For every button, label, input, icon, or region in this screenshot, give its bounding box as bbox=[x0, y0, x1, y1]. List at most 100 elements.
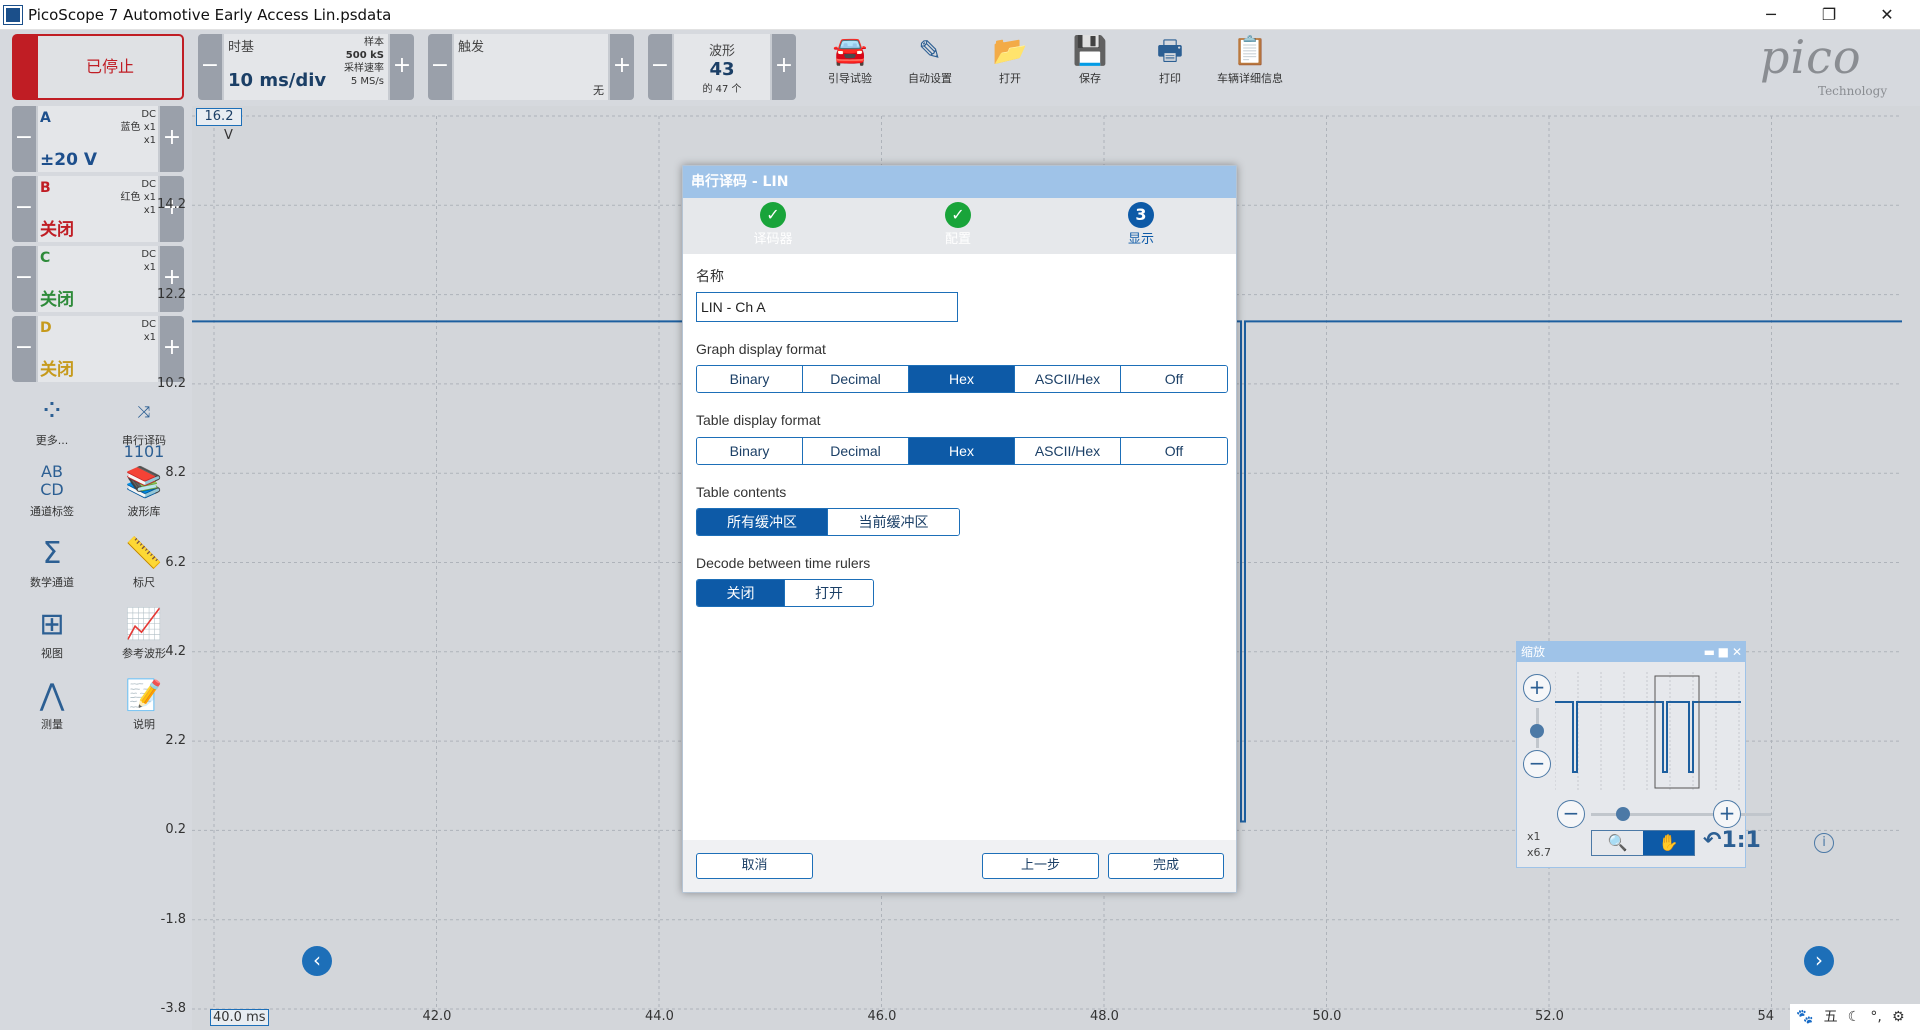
close-button[interactable]: ✕ bbox=[1864, 2, 1910, 28]
table-format-off[interactable]: Off bbox=[1121, 438, 1227, 464]
zoom-close-icon[interactable]: ✕ bbox=[1732, 642, 1742, 662]
y-scale-top-handle[interactable]: 16.2 bbox=[196, 108, 242, 126]
decode-rulers-selector: 关闭 打开 bbox=[696, 579, 874, 607]
cancel-button[interactable]: 取消 bbox=[696, 853, 813, 879]
guided-test-button[interactable]: 🚘 引导试验 bbox=[815, 34, 885, 94]
info-icon[interactable]: i bbox=[1814, 833, 1834, 853]
waveform-number[interactable]: 43 bbox=[674, 59, 770, 80]
y-tick-label: -3.8 bbox=[160, 1001, 186, 1016]
channel-a-range[interactable]: ±20 V bbox=[40, 150, 97, 170]
channel-a-increase-button[interactable]: + bbox=[160, 106, 184, 172]
channel-b-range[interactable]: 关闭 bbox=[40, 215, 74, 240]
vertical-zoom-out-button[interactable]: − bbox=[1523, 750, 1551, 778]
table-format-binary[interactable]: Binary bbox=[697, 438, 803, 464]
channel-d-coupling[interactable]: DC bbox=[141, 318, 156, 331]
samples-value[interactable]: 500 kS bbox=[344, 49, 384, 62]
step-decoder[interactable]: ✓ 译码器 bbox=[723, 202, 823, 247]
print-button[interactable]: 🖶 打印 bbox=[1135, 34, 1205, 94]
channel-d-range[interactable]: 关闭 bbox=[40, 355, 74, 380]
waveform-title: 波形 bbox=[708, 44, 735, 59]
scroll-right-button[interactable]: › bbox=[1804, 946, 1834, 976]
measurements-button[interactable]: ⋀ 测量 bbox=[12, 676, 92, 740]
step-display[interactable]: 3 显示 bbox=[1091, 202, 1191, 247]
vehicle-details-button[interactable]: 📋 车辆详细信息 bbox=[1215, 34, 1285, 94]
zoom-preview[interactable] bbox=[1555, 672, 1741, 792]
table-contents-all-buffers[interactable]: 所有缓冲区 bbox=[697, 509, 828, 535]
zoom-restore-icon[interactable]: ■ bbox=[1718, 642, 1729, 662]
maximize-button[interactable]: ❐ bbox=[1806, 2, 1852, 28]
minimize-button[interactable]: ─ bbox=[1748, 2, 1794, 28]
channel-b-decrease-button[interactable]: − bbox=[12, 176, 36, 242]
reference-waveforms-button[interactable]: 📈 参考波形 bbox=[104, 605, 184, 669]
ime-wubi-icon[interactable]: 五 bbox=[1824, 1009, 1838, 1025]
run-stop-button[interactable]: 已停止 bbox=[12, 34, 184, 100]
trigger-mode[interactable]: 无 bbox=[593, 82, 604, 98]
name-input[interactable]: LIN - Ch A bbox=[696, 292, 958, 322]
channel-c-range[interactable]: 关闭 bbox=[40, 285, 74, 310]
table-format-hex[interactable]: Hex bbox=[909, 438, 1015, 464]
views-button[interactable]: ⊞ 视图 bbox=[12, 605, 92, 669]
vertical-zoom-in-button[interactable]: + bbox=[1523, 674, 1551, 702]
zoom-minimize-icon[interactable]: ▬ bbox=[1704, 642, 1715, 662]
horizontal-zoom-out-button[interactable]: − bbox=[1557, 800, 1585, 828]
graph-format-decimal[interactable]: Decimal bbox=[803, 366, 909, 392]
auto-setup-button[interactable]: ✎ 自动设置 bbox=[895, 34, 965, 94]
y-tick-label: 2.2 bbox=[165, 733, 186, 749]
pan-hand-icon[interactable]: ✋ bbox=[1643, 831, 1694, 855]
horizontal-zoom-thumb[interactable] bbox=[1616, 807, 1630, 821]
table-format-ascii-hex[interactable]: ASCII/Hex bbox=[1015, 438, 1121, 464]
title-bar: PicoScope 7 Automotive Early Access Lin.… bbox=[0, 0, 1920, 30]
channel-d-increase-button[interactable]: + bbox=[160, 316, 184, 382]
open-button[interactable]: 📂 打开 bbox=[975, 34, 1045, 94]
zoom-magnify-icon[interactable]: 🔍 bbox=[1592, 831, 1643, 855]
decode-rulers-on[interactable]: 打开 bbox=[785, 580, 873, 606]
channel-a-coupling[interactable]: DC bbox=[121, 108, 156, 121]
channel-a-decrease-button[interactable]: − bbox=[12, 106, 36, 172]
channel-labels-button[interactable]: AB CD 通道标签 bbox=[12, 463, 92, 527]
decode-rulers-off[interactable]: 关闭 bbox=[697, 580, 785, 606]
moon-icon[interactable]: ☾ bbox=[1848, 1009, 1861, 1025]
clipboard-icon: 📋 bbox=[1232, 34, 1268, 67]
graph-format-ascii-hex[interactable]: ASCII/Hex bbox=[1015, 366, 1121, 392]
horizontal-zoom-in-button[interactable]: + bbox=[1713, 800, 1741, 828]
back-button[interactable]: 上一步 bbox=[982, 853, 1099, 879]
channel-c-coupling[interactable]: DC bbox=[141, 248, 156, 261]
finish-button[interactable]: 完成 bbox=[1108, 853, 1224, 879]
table-contents-selector: 所有缓冲区 当前缓冲区 bbox=[696, 508, 960, 536]
timebase-decrease-button[interactable]: − bbox=[198, 34, 222, 100]
math-channels-button[interactable]: Σ 数学通道 bbox=[12, 534, 92, 598]
waveform-next-button[interactable]: + bbox=[772, 34, 796, 100]
serial-decode-button[interactable]: ⤨ 1101 串行译码 bbox=[104, 392, 184, 461]
table-contents-current-buffer[interactable]: 当前缓冲区 bbox=[828, 509, 959, 535]
step-config[interactable]: ✓ 配置 bbox=[908, 202, 1008, 247]
tool-label: 车辆详细信息 bbox=[1217, 72, 1283, 85]
channel-c-panel: − C DC x1 关闭 + bbox=[12, 246, 184, 312]
graph-format-off[interactable]: Off bbox=[1121, 366, 1227, 392]
graph-format-binary[interactable]: Binary bbox=[697, 366, 803, 392]
channel-d-decrease-button[interactable]: − bbox=[12, 316, 36, 382]
timebase-increase-button[interactable]: + bbox=[390, 34, 414, 100]
vertical-zoom-thumb[interactable] bbox=[1530, 724, 1544, 738]
channel-c-probe[interactable]: x1 bbox=[141, 261, 156, 274]
channel-c-increase-button[interactable]: + bbox=[160, 246, 184, 312]
notes-button[interactable]: 📝 说明 bbox=[104, 676, 184, 740]
channel-b-coupling[interactable]: DC bbox=[121, 178, 156, 191]
paw-icon[interactable]: 🐾 bbox=[1796, 1009, 1813, 1025]
scroll-left-button[interactable]: ‹ bbox=[302, 946, 332, 976]
save-button[interactable]: 💾 保存 bbox=[1055, 34, 1125, 94]
punctuation-icon[interactable]: °, bbox=[1870, 1009, 1881, 1025]
more-button[interactable]: ⁘ 更多... bbox=[12, 392, 92, 456]
channel-a-probe[interactable]: 蓝色 x1 bbox=[121, 121, 156, 134]
table-format-decimal[interactable]: Decimal bbox=[803, 438, 909, 464]
timebase-value[interactable]: 10 ms/div bbox=[228, 70, 326, 91]
channel-d-probe[interactable]: x1 bbox=[141, 331, 156, 344]
settings-icon[interactable]: ⚙ bbox=[1892, 1009, 1905, 1025]
zoom-reset-button[interactable]: ↶1:1 bbox=[1703, 828, 1761, 853]
trigger-increase-button[interactable]: + bbox=[610, 34, 634, 100]
graph-format-hex[interactable]: Hex bbox=[909, 366, 1015, 392]
channel-c-decrease-button[interactable]: − bbox=[12, 246, 36, 312]
side-tool-label: 说明 bbox=[133, 718, 155, 731]
waveform-prev-button[interactable]: − bbox=[648, 34, 672, 100]
trigger-decrease-button[interactable]: − bbox=[428, 34, 452, 100]
y-unit-label: V bbox=[224, 128, 233, 143]
